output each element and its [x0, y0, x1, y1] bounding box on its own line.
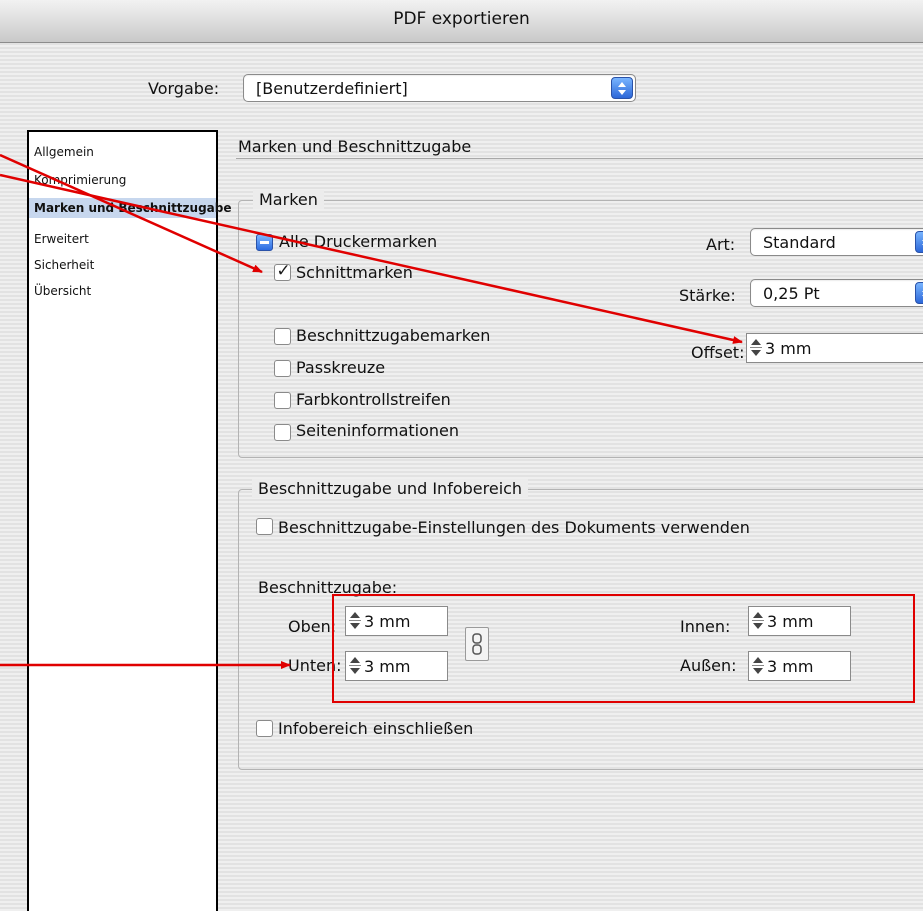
stepper-arrows-icon[interactable] — [749, 337, 763, 359]
type-value: Standard — [763, 233, 836, 252]
sidebar-item-allgemein[interactable]: Allgemein — [29, 142, 216, 162]
sidebar-item-komprimierung[interactable]: Komprimierung — [29, 170, 216, 190]
title-bar: PDF exportieren — [0, 0, 923, 43]
sidebar-item-sicherheit[interactable]: Sicherheit — [29, 255, 216, 275]
all-printer-marks-label: Alle Druckermarken — [279, 232, 438, 251]
weight-select[interactable]: 0,25 Pt — [750, 279, 923, 307]
type-select[interactable]: Standard — [750, 228, 923, 256]
sidebar-item-uebersicht[interactable]: Übersicht — [29, 281, 216, 301]
annotation-highlight-box — [332, 594, 915, 703]
window-title: PDF exportieren — [393, 9, 530, 29]
weight-label: Stärke: — [679, 286, 736, 305]
offset-value: 3 mm — [765, 339, 812, 358]
top-label: Oben: — [288, 617, 337, 636]
color-bars-checkbox[interactable] — [274, 392, 291, 409]
preset-select[interactable]: [Benutzerdefiniert] — [243, 74, 636, 102]
type-label: Art: — [706, 235, 736, 254]
bleed-marks-checkbox[interactable] — [274, 328, 291, 345]
checkmark-icon: ✓ — [276, 261, 291, 281]
dialog-window: PDF exportieren Vorgabe: [Benutzerdefini… — [0, 0, 923, 911]
popup-arrows-icon — [915, 282, 923, 304]
crop-marks-checkbox[interactable]: ✓ — [274, 261, 291, 281]
sidebar-item-marken[interactable]: Marken und Beschnittzugabe — [29, 198, 231, 218]
marks-legend: Marken — [253, 190, 324, 209]
panel-title-divider — [236, 158, 923, 159]
weight-value: 0,25 Pt — [763, 284, 820, 303]
use-document-bleed-checkbox[interactable] — [256, 518, 273, 535]
preset-value: [Benutzerdefiniert] — [256, 79, 408, 98]
preset-label: Vorgabe: — [148, 79, 220, 98]
all-printer-marks-checkbox[interactable] — [256, 234, 273, 251]
color-bars-label: Farbkontrollstreifen — [296, 390, 451, 409]
page-information-label: Seiteninformationen — [296, 421, 460, 440]
popup-arrows-icon — [915, 231, 923, 253]
crop-marks-label: Schnittmarken — [296, 263, 413, 282]
page-information-checkbox[interactable] — [274, 424, 291, 441]
sidebar-item-erweitert[interactable]: Erweitert — [29, 229, 216, 249]
popup-arrows-icon — [611, 77, 633, 99]
use-document-bleed-label: Beschnittzugabe-Einstellungen des Dokume… — [278, 518, 750, 537]
registration-marks-label: Passkreuze — [296, 358, 386, 377]
offset-field[interactable]: 3 mm — [746, 333, 923, 363]
mixed-state-icon — [260, 241, 269, 244]
include-slug-label: Infobereich einschließen — [278, 719, 474, 738]
offset-label: Offset: — [691, 343, 745, 362]
category-list: Allgemein Komprimierung Marken und Besch… — [27, 130, 231, 911]
include-slug-checkbox[interactable] — [256, 720, 273, 737]
panel-title: Marken und Beschnittzugabe — [238, 137, 472, 156]
registration-marks-checkbox[interactable] — [274, 360, 291, 377]
bleed-marks-label: Beschnittzugabemarken — [296, 326, 491, 345]
bleed-legend: Beschnittzugabe und Infobereich — [252, 479, 529, 498]
